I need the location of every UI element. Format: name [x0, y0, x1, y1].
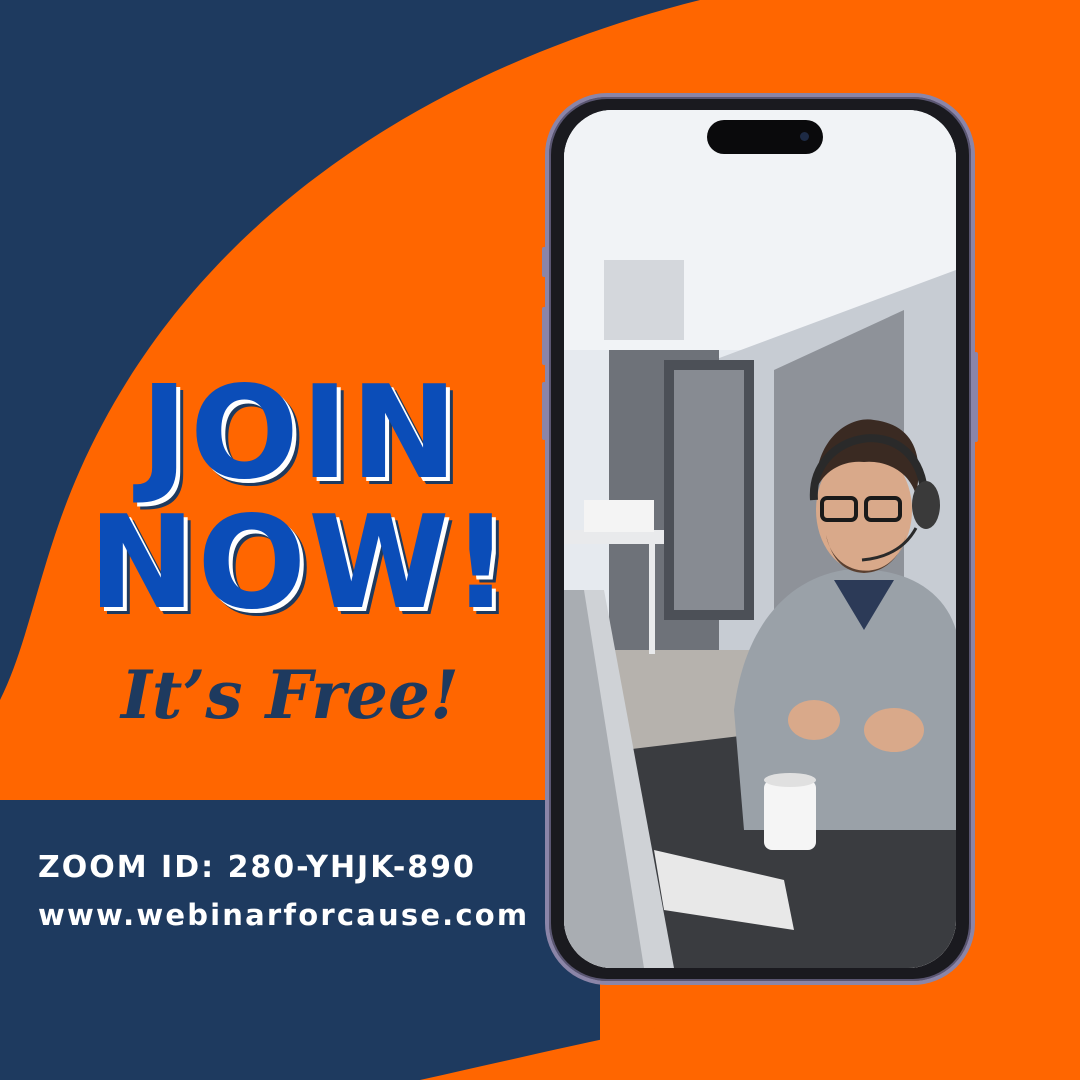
navy-bottom-band — [0, 800, 600, 1080]
phone-volume-down — [542, 382, 546, 440]
headline-now: NOW! — [88, 489, 512, 638]
phone-left-button — [542, 247, 546, 277]
zoom-id-text: ZOOM ID: 280-YHJK-890 — [38, 850, 476, 885]
phone-power-button — [974, 352, 978, 442]
webinar-photo — [564, 110, 956, 968]
front-camera-icon — [800, 132, 809, 141]
headline-join: JOIN — [140, 359, 460, 508]
website-url[interactable]: www.webinarforcause.com — [38, 898, 529, 932]
phone-screen — [564, 110, 956, 968]
phone-mockup — [542, 93, 978, 985]
subhead-free: It’s Free! — [121, 656, 459, 734]
dynamic-island — [707, 120, 823, 154]
phone-volume-up — [542, 307, 546, 365]
